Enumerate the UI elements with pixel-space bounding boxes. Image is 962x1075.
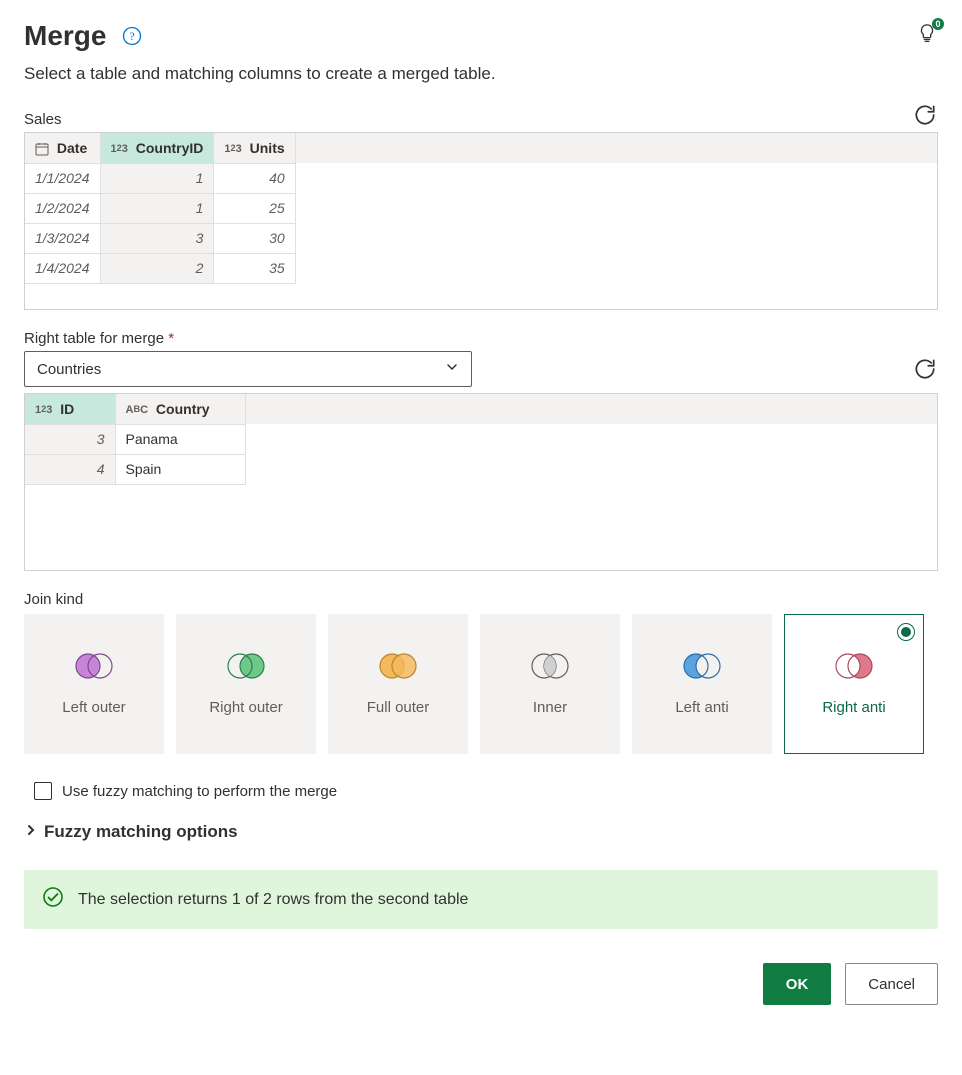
join-option-right-anti[interactable]: Right anti — [784, 614, 924, 754]
venn-inner-icon — [528, 651, 572, 686]
column-header-country[interactable]: ABC Country — [115, 394, 245, 424]
dialog-title: Merge — [24, 20, 106, 52]
dialog-header: Merge ? 0 — [24, 20, 938, 52]
refresh-icon — [912, 356, 938, 382]
table-row[interactable]: 1/3/2024 3 30 — [25, 223, 295, 253]
date-type-icon — [35, 142, 49, 156]
venn-right-anti-icon — [832, 651, 876, 686]
number-type-icon: 123 — [224, 143, 241, 155]
chevron-down-icon — [445, 360, 459, 378]
fuzzy-matching-row: Use fuzzy matching to perform the merge — [24, 782, 938, 800]
dialog-footer: OK Cancel — [24, 963, 938, 1005]
join-option-inner[interactable]: Inner — [480, 614, 620, 754]
fuzzy-matching-checkbox[interactable] — [34, 782, 52, 800]
table-row[interactable]: 1/2/2024 1 25 — [25, 193, 295, 223]
svg-text:?: ? — [130, 29, 135, 43]
required-star: * — [168, 330, 174, 347]
number-type-icon: 123 — [111, 143, 128, 155]
table-row[interactable]: 1/4/2024 2 35 — [25, 253, 295, 283]
cancel-button[interactable]: Cancel — [845, 963, 938, 1005]
tips-badge: 0 — [932, 18, 944, 30]
ok-button[interactable]: OK — [763, 963, 832, 1005]
join-option-left-anti[interactable]: Left anti — [632, 614, 772, 754]
text-type-icon: ABC — [126, 404, 149, 416]
venn-left-anti-icon — [680, 651, 724, 686]
venn-left-outer-icon — [72, 651, 116, 686]
join-kind-options: Left outer Right outer Full outer — [24, 614, 938, 754]
refresh-icon — [912, 102, 938, 128]
table-row[interactable]: 3 Panama — [25, 424, 245, 454]
column-header-date[interactable]: Date — [25, 133, 100, 163]
column-header-id[interactable]: 123 ID — [25, 394, 115, 424]
join-option-right-outer[interactable]: Right outer — [176, 614, 316, 754]
left-table-header: Sales — [24, 102, 938, 128]
fuzzy-options-toggle[interactable]: Fuzzy matching options — [24, 822, 938, 842]
number-type-icon: 123 — [35, 404, 52, 416]
refresh-right-button[interactable] — [912, 356, 938, 382]
right-table-preview: 123 ID ABC Country 3 Panama 4 Spain — [24, 393, 938, 571]
dialog-subtitle: Select a table and matching columns to c… — [24, 64, 938, 84]
venn-full-outer-icon — [376, 651, 420, 686]
join-option-full-outer[interactable]: Full outer — [328, 614, 468, 754]
venn-right-outer-icon — [224, 651, 268, 686]
chevron-right-icon — [24, 822, 38, 842]
column-header-units[interactable]: 123 Units — [214, 133, 295, 163]
right-table-row: Countries — [24, 351, 938, 387]
right-table-dropdown[interactable]: Countries — [24, 351, 472, 387]
right-table-label: Right table for merge * — [24, 330, 938, 347]
join-kind-label: Join kind — [24, 591, 938, 608]
left-table-grid[interactable]: Date 123 CountryID 123 Units 1/1/2024 1 … — [25, 133, 296, 284]
column-header-countryid[interactable]: 123 CountryID — [100, 133, 214, 163]
success-icon — [42, 886, 64, 913]
refresh-left-button[interactable] — [912, 102, 938, 128]
fuzzy-matching-label: Use fuzzy matching to perform the merge — [62, 783, 337, 800]
tips-button[interactable]: 0 — [916, 23, 938, 50]
status-message: The selection returns 1 of 2 rows from t… — [24, 870, 938, 929]
table-row[interactable]: 1/1/2024 1 40 — [25, 163, 295, 193]
join-option-left-outer[interactable]: Left outer — [24, 614, 164, 754]
help-icon[interactable]: ? — [122, 26, 142, 46]
right-table-grid[interactable]: 123 ID ABC Country 3 Panama 4 Spain — [25, 394, 246, 485]
left-table-label: Sales — [24, 111, 62, 128]
left-table-preview: Date 123 CountryID 123 Units 1/1/2024 1 … — [24, 132, 938, 310]
title-group: Merge ? — [24, 20, 142, 52]
table-row[interactable]: 4 Spain — [25, 454, 245, 484]
